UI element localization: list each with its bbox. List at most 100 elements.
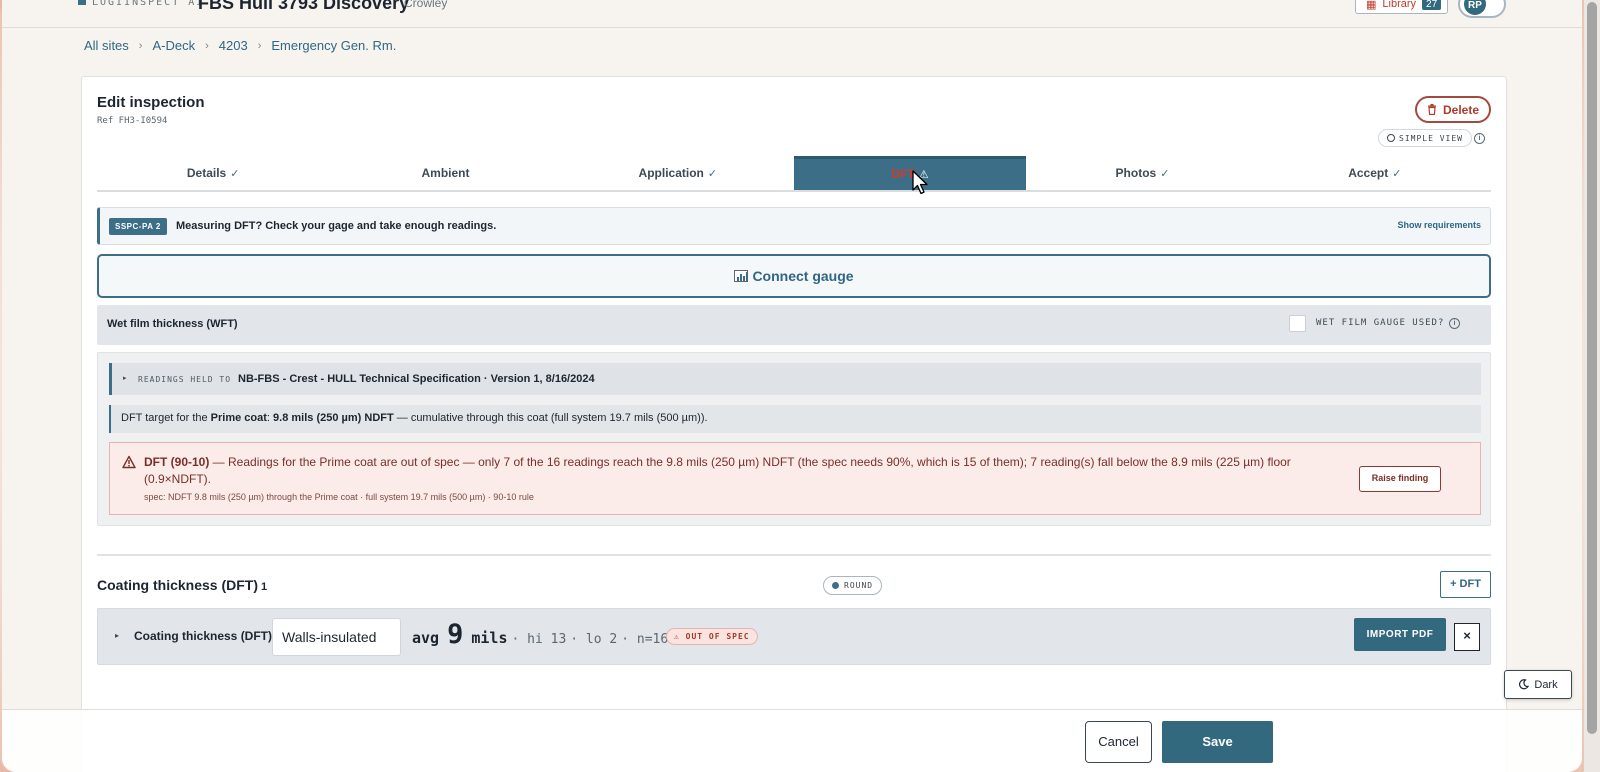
- held-key: READINGS HELD TO: [138, 375, 232, 384]
- lo-value: · lo 2: [570, 632, 618, 647]
- inspection-ref: Ref FH3-I0594: [97, 116, 168, 126]
- simple-view-label: SIMPLE VIEW: [1399, 133, 1463, 143]
- library-count-badge: 27: [1422, 0, 1442, 10]
- held-value: NB-FBS - Crest - HULL Technical Specific…: [238, 373, 595, 385]
- footer-actions: Cancel Save: [2, 709, 1582, 772]
- delete-label: Delete: [1442, 102, 1480, 117]
- avatar: RP: [1464, 0, 1486, 15]
- location-input[interactable]: Walls-insulated: [272, 618, 401, 656]
- chart-icon: [734, 270, 749, 282]
- vessel-title: FBS Hull 3793 Discovery: [198, 0, 410, 13]
- remove-row-button[interactable]: ×: [1454, 623, 1480, 651]
- save-button[interactable]: Save: [1162, 721, 1273, 763]
- inspection-tabs: Details ✓ Ambient Application ✓ DFT ⚠ Photo…: [97, 156, 1491, 192]
- dft-target: DFT target for the Prime coat: 9.8 mils …: [109, 405, 1481, 433]
- info-icon[interactable]: i: [1474, 133, 1485, 144]
- chevron-right-icon: ▸: [123, 375, 127, 382]
- wet-film-gauge-label: WET FILM GAUGE USED?: [1316, 318, 1445, 328]
- target-prefix: DFT target for the: [121, 412, 211, 424]
- top-header: LOGIINSPECT AI FBS Hull 3793 Discovery ·…: [2, 0, 1582, 28]
- logo-icon: [78, 0, 86, 5]
- breadcrumb-room-name[interactable]: Emergency Gen. Rm.: [271, 38, 396, 53]
- unit-label: mils: [471, 629, 508, 647]
- alert-message: DFT (90-10) — Readings for the Prime coa…: [144, 454, 1314, 488]
- tab-application[interactable]: Application ✓: [562, 156, 794, 190]
- library-button[interactable]: ▦ Library 27: [1355, 0, 1449, 14]
- tab-photos[interactable]: Photos ✓: [1026, 156, 1258, 190]
- avg-label: avg: [412, 629, 440, 647]
- raise-finding-button[interactable]: Raise finding: [1359, 466, 1441, 492]
- spec-panel: ▸ READINGS HELD TO NB-FBS - Crest - HULL…: [97, 352, 1491, 526]
- count-value: · n=16: [621, 632, 669, 647]
- sspc-banner: SSPC-PA 2 Measuring DFT? Check your gage…: [97, 207, 1491, 245]
- target-value: 9.8 mils (250 µm) NDFT: [273, 412, 394, 424]
- sspc-badge: SSPC-PA 2: [109, 218, 167, 235]
- target-suffix: — cumulative through this coat (full sys…: [393, 412, 708, 424]
- scrollbar[interactable]: [1584, 0, 1600, 772]
- chevron-right-icon[interactable]: ▸: [115, 631, 119, 640]
- coating-title-text: Coating thickness (DFT): [97, 577, 259, 593]
- reading-row-label: Coating thickness (DFT): [134, 629, 273, 643]
- toggle-circle-icon: [1387, 134, 1395, 142]
- show-requirements-link[interactable]: Show requirements: [1397, 220, 1481, 230]
- tab-label: Photos: [1115, 166, 1157, 180]
- dft-reading-row: ▸ Coating thickness (DFT) Walls-insulate…: [97, 608, 1491, 665]
- library-label: Library: [1382, 0, 1417, 10]
- delete-button[interactable]: Delete: [1415, 96, 1491, 123]
- wet-film-gauge-checkbox[interactable]: [1289, 315, 1306, 332]
- section-divider: [97, 554, 1491, 556]
- check-icon: ✓: [1392, 168, 1402, 180]
- user-menu[interactable]: RP ▾: [1458, 0, 1506, 18]
- wft-label: Wet film thickness (WFT): [107, 318, 238, 330]
- sspc-message: Measuring DFT? Check your gage and take …: [176, 220, 497, 232]
- book-icon: ▦: [1366, 0, 1377, 11]
- tab-dft[interactable]: DFT ⚠: [793, 156, 1027, 190]
- info-icon[interactable]: i: [1449, 318, 1460, 329]
- avg-value: 9: [447, 619, 464, 650]
- dft-alert: DFT (90-10) — Readings for the Prime coa…: [109, 442, 1481, 515]
- logo-text: LOGIINSPECT AI: [92, 0, 205, 8]
- breadcrumb: All sites › A-Deck › 4203 › Emergency Ge…: [84, 38, 396, 53]
- round-toggle[interactable]: ROUND: [823, 576, 883, 595]
- alert-text: — Readings for the Prime coat are out of…: [144, 455, 1291, 486]
- warning-triangle-icon: [122, 455, 136, 469]
- dark-label: Dark: [1534, 678, 1558, 691]
- status-badge: ⚠ OUT OF SPEC: [666, 628, 758, 645]
- check-icon: ✓: [1160, 168, 1170, 180]
- edit-inspection-card: Edit inspection Ref FH3-I0594 Delete SIM…: [81, 76, 1507, 772]
- reading-stats: avg 9 mils · hi 13 · lo 2 · n=16: [412, 619, 668, 650]
- app-viewport: LOGIINSPECT AI FBS Hull 3793 Discovery ·…: [2, 0, 1582, 772]
- breadcrumb-deck[interactable]: A-Deck: [152, 38, 195, 53]
- breadcrumb-all-sites[interactable]: All sites: [84, 38, 129, 53]
- header-separator: ·: [386, 0, 390, 11]
- coating-count: 1: [261, 581, 268, 593]
- simple-view-toggle[interactable]: SIMPLE VIEW: [1378, 129, 1472, 147]
- app-logo[interactable]: LOGIINSPECT AI: [78, 0, 204, 8]
- tab-details[interactable]: Details ✓: [97, 156, 329, 190]
- alert-spec-line: spec: NDFT 9.8 mils (250 µm) through the…: [144, 492, 534, 502]
- check-icon: ✓: [707, 168, 718, 180]
- tab-label: Accept: [1348, 166, 1389, 180]
- add-dft-button[interactable]: + DFT: [1440, 571, 1491, 598]
- tab-accept[interactable]: Accept ✓: [1259, 156, 1491, 190]
- target-coat: Prime coat: [210, 412, 267, 424]
- wft-section: Wet film thickness (WFT) WET FILM GAUGE …: [97, 305, 1491, 345]
- tab-ambient[interactable]: Ambient: [329, 156, 561, 190]
- connect-gauge-button[interactable]: Connect gauge: [97, 254, 1491, 298]
- page-title: Edit inspection: [97, 94, 205, 111]
- readings-held-to-row[interactable]: ▸ READINGS HELD TO NB-FBS - Crest - HULL…: [109, 363, 1481, 395]
- cancel-button[interactable]: Cancel: [1085, 721, 1152, 763]
- round-dot-icon: [832, 582, 839, 589]
- scrollbar-thumb[interactable]: [1587, 2, 1597, 734]
- dark-mode-toggle[interactable]: Dark: [1504, 670, 1572, 699]
- tab-label: Details: [186, 166, 227, 180]
- check-icon: ✓: [230, 168, 240, 180]
- round-label: ROUND: [844, 581, 874, 590]
- mouse-cursor-icon: [912, 170, 928, 195]
- breadcrumb-room-number[interactable]: 4203: [219, 38, 248, 53]
- import-pdf-button[interactable]: IMPORT PDF: [1354, 618, 1446, 651]
- tab-label: Application: [638, 166, 704, 180]
- alert-title: DFT (90-10): [144, 455, 210, 469]
- coating-section-title: Coating thickness (DFT) 1: [97, 577, 267, 593]
- tab-label: Ambient: [421, 166, 470, 180]
